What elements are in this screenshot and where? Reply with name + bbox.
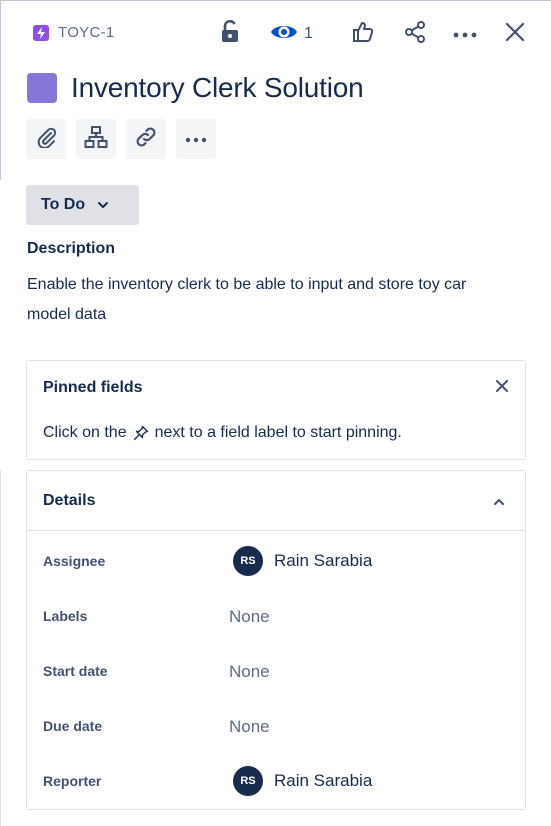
more-icon: [185, 130, 207, 148]
description-text[interactable]: Enable the inventory clerk to be able to…: [27, 270, 507, 330]
issue-header: TOYC-1 1: [0, 0, 551, 70]
pinned-message-end: next to a field label to start pinning.: [154, 424, 402, 441]
start-date-value[interactable]: None: [229, 662, 270, 682]
share-icon: [403, 20, 427, 49]
lock-button[interactable]: [216, 18, 244, 50]
lock-icon: [220, 19, 240, 49]
eye-icon: [270, 22, 298, 47]
more-tools-button[interactable]: [176, 119, 216, 159]
reporter-value: Rain Sarabia: [274, 771, 373, 790]
vote-button[interactable]: [348, 18, 378, 50]
start-date-label: Start date: [43, 663, 108, 679]
details-panel: Details Assignee RS Rain Sarabia Labels …: [26, 470, 526, 810]
due-date-label: Due date: [43, 718, 103, 734]
pinned-fields-title: Pinned fields: [43, 379, 143, 396]
details-title: Details: [43, 492, 96, 509]
pinned-fields-panel: Pinned fields Click on the next to a fie…: [26, 360, 526, 460]
dismiss-pinned-button[interactable]: [495, 379, 509, 398]
issue-title[interactable]: Inventory Clerk Solution: [71, 72, 364, 104]
status-dropdown[interactable]: To Do: [26, 185, 139, 225]
issue-title-row: Inventory Clerk Solution: [27, 72, 364, 104]
epic-icon: [33, 24, 49, 41]
child-issues-icon: [84, 125, 108, 154]
watch-button[interactable]: 1: [270, 18, 322, 50]
chevron-down-icon: [97, 201, 109, 209]
details-header[interactable]: Details: [27, 471, 525, 531]
link-issue-button[interactable]: [126, 119, 166, 159]
pin-icon: [133, 425, 149, 441]
close-icon: [505, 22, 525, 47]
issue-key-link[interactable]: TOYC-1: [33, 24, 115, 41]
close-button[interactable]: [501, 18, 529, 50]
pinned-fields-message: Click on the next to a field label to st…: [43, 424, 402, 442]
attach-button[interactable]: [26, 119, 66, 159]
thumbs-up-icon: [351, 20, 375, 49]
due-date-value[interactable]: None: [229, 717, 270, 737]
link-icon: [134, 125, 158, 154]
close-icon: [495, 380, 509, 397]
assignee-field[interactable]: RS Rain Sarabia: [233, 546, 372, 576]
reporter-field[interactable]: RS Rain Sarabia: [233, 766, 372, 796]
labels-label: Labels: [43, 608, 88, 624]
reporter-label: Reporter: [43, 773, 102, 789]
share-button[interactable]: [400, 18, 430, 50]
assignee-value: Rain Sarabia: [274, 551, 373, 570]
watch-count: 1: [304, 25, 313, 42]
attachment-icon: [35, 126, 57, 153]
epic-color-swatch[interactable]: [27, 73, 57, 103]
assignee-label: Assignee: [43, 553, 106, 569]
labels-value[interactable]: None: [229, 607, 270, 627]
add-child-issue-button[interactable]: [76, 119, 116, 159]
avatar: RS: [233, 766, 263, 796]
description-heading: Description: [27, 240, 116, 257]
issue-toolbar: [26, 119, 216, 159]
pinned-message-start: Click on the: [43, 424, 127, 441]
more-actions-button[interactable]: [450, 18, 480, 50]
frame-border-left-lower: [0, 470, 1, 826]
status-label: To Do: [41, 196, 86, 213]
more-icon: [453, 25, 477, 43]
avatar: RS: [233, 546, 263, 576]
issue-key: TOYC-1: [58, 24, 115, 41]
chevron-up-icon[interactable]: [493, 493, 505, 511]
